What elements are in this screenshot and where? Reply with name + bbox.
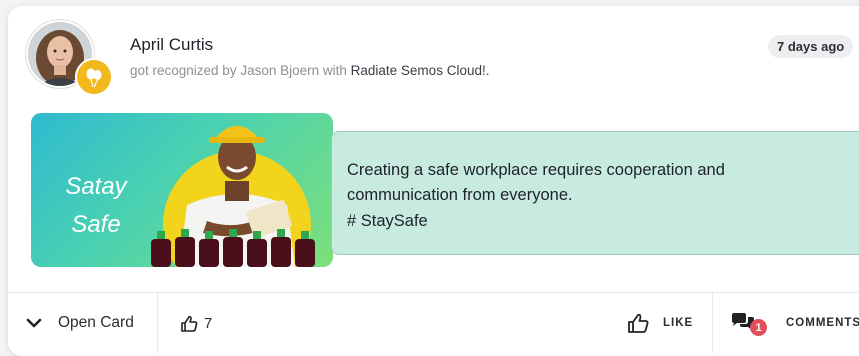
like-button[interactable]: LIKE [627,293,693,353]
chevron-down-icon [26,318,42,327]
open-card-button[interactable]: Open Card [26,293,134,353]
message-box: Creating a safe workplace requires coope… [331,131,859,255]
recognition-text: got recognized by Jason Bjoern with Radi… [130,63,489,78]
balloons-icon [75,58,113,96]
worker-illustration [151,126,315,267]
author-avatar-group[interactable] [26,20,113,96]
open-card-label: Open Card [58,314,134,331]
thumbs-up-icon [628,313,649,333]
thumbs-up-icon [181,315,198,332]
card-banner-image: Satay Safe [31,113,333,267]
hashtag[interactable]: # StaySafe [347,212,428,231]
banner-title: Satay Safe [51,168,141,244]
banner-title-line2: Safe [71,211,121,238]
footer-divider [157,293,158,353]
card-message: Creating a safe workplace requires coope… [347,161,725,204]
reactions-count[interactable]: 7 [180,293,212,353]
comments-icon: 1 [730,311,767,336]
comments-label: COMMENTS [786,317,859,329]
app-name: Radiate Semos Cloud!. [350,63,490,78]
recognition-prefix: got recognized by Jason Bjoern with [130,63,351,78]
time-badge: 7 days ago [768,35,854,58]
comments-count-badge: 1 [750,319,767,336]
comments-button[interactable]: 1 COMMENTS [730,293,859,353]
banner-title-line1: Satay [65,173,127,200]
like-label: LIKE [663,317,694,329]
thumbs-count-value: 7 [204,314,213,332]
feed-card: April Curtis got recognized by Jason Bjo… [8,6,859,356]
footer-divider [712,293,713,353]
author-name[interactable]: April Curtis [130,35,213,55]
card-footer: Open Card 7 LIKE 1 COMMENTS [8,292,859,356]
